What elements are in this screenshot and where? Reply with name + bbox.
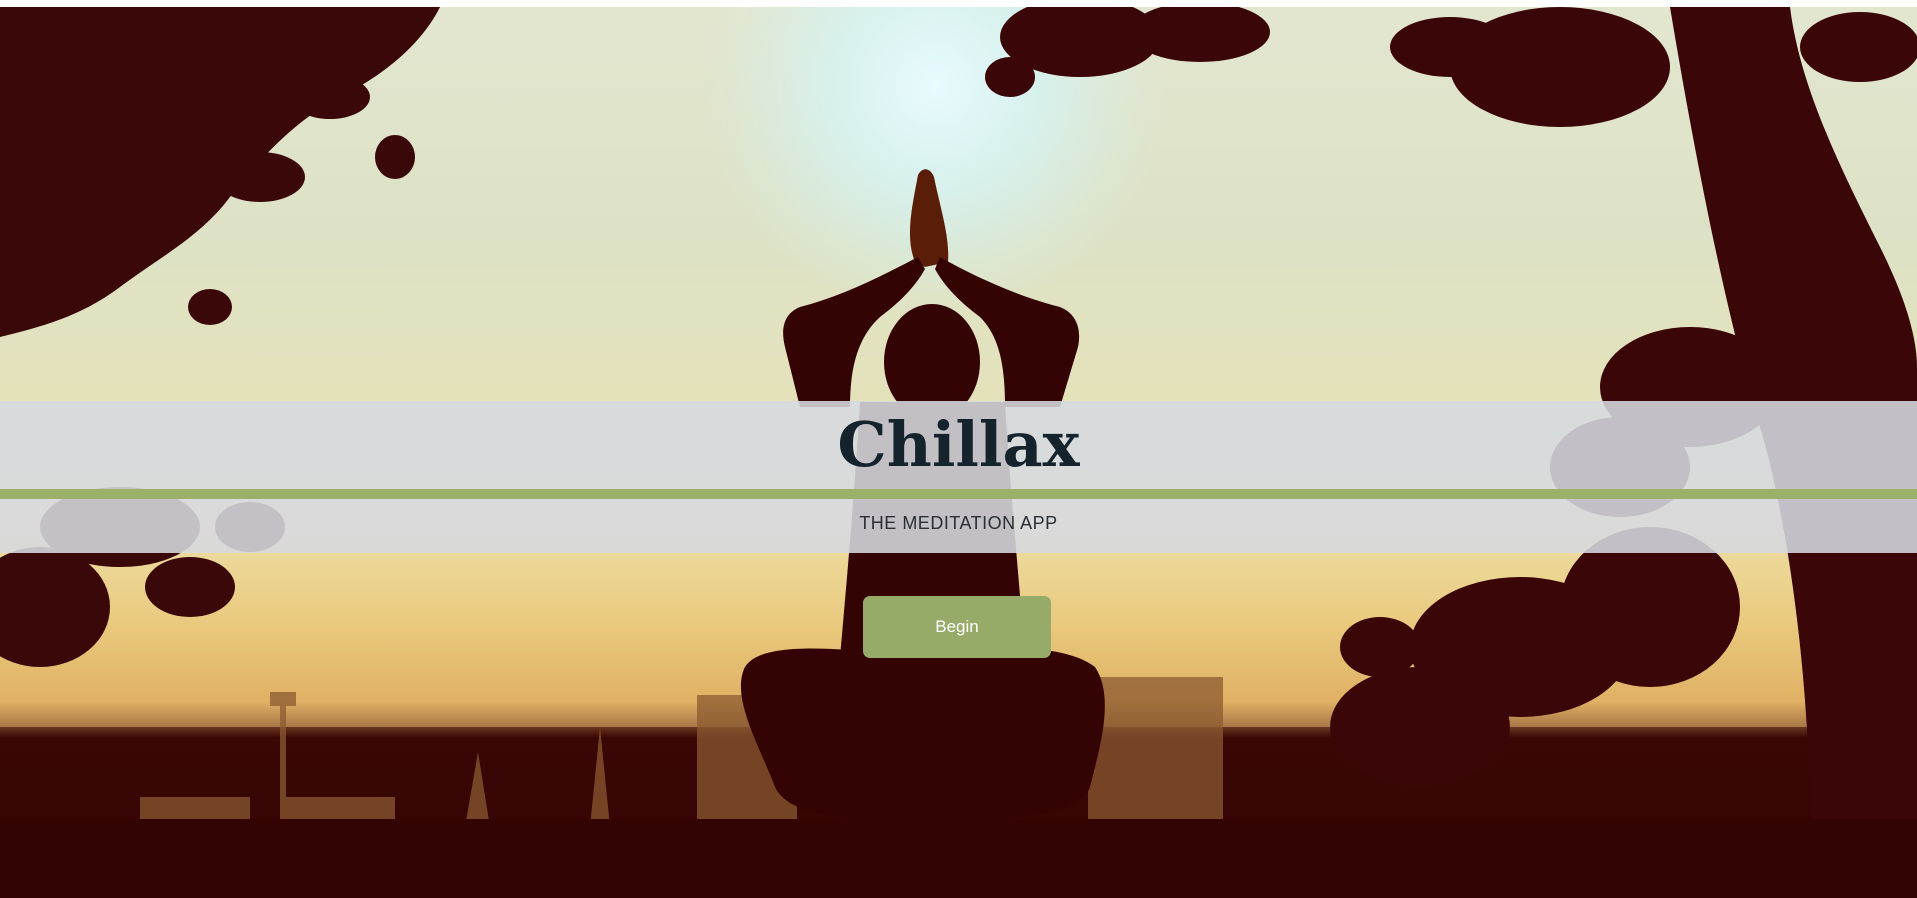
ground xyxy=(0,819,1917,898)
begin-button[interactable]: Begin xyxy=(863,596,1051,658)
accent-divider xyxy=(0,489,1917,499)
app-title: Chillax xyxy=(837,408,1080,481)
app-subtitle: THE MEDITATION APP xyxy=(859,513,1058,533)
